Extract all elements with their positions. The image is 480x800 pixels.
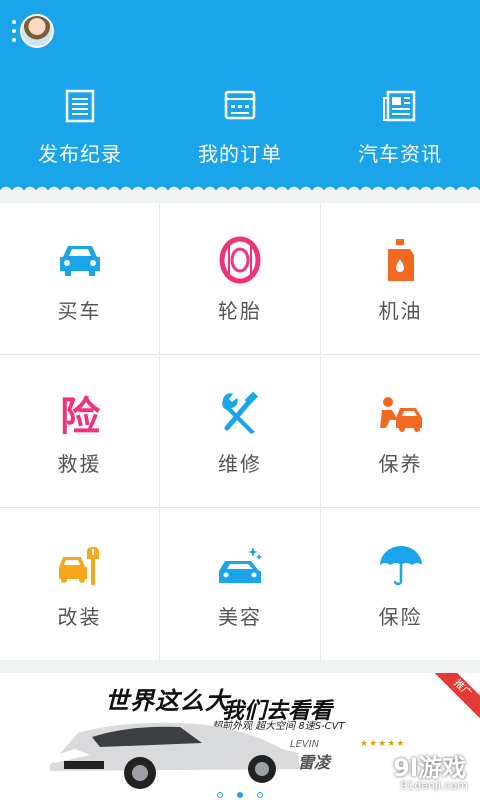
service-tires[interactable]: 轮胎 <box>160 203 320 354</box>
service-engine-oil[interactable]: 机油 <box>321 203 480 354</box>
watermark: 9l游戏 91danji.com <box>348 746 480 800</box>
pager-dot-active[interactable] <box>237 792 243 798</box>
menu-dots-icon[interactable] <box>12 20 16 42</box>
service-buy-car[interactable]: 买车 <box>0 203 159 354</box>
list-document-icon <box>65 89 95 123</box>
service-label: 轮胎 <box>218 299 262 323</box>
service-label: 机油 <box>378 299 423 323</box>
rescue-icon: 险 <box>60 394 101 438</box>
pager-dot[interactable] <box>257 792 263 798</box>
service-label: 保养 <box>378 451 423 476</box>
top-header: 发布纪录 我的订单 汽车资讯 <box>0 0 480 190</box>
service-insurance[interactable]: 保险 <box>321 509 480 660</box>
quick-link-my-orders[interactable]: 我的订单 <box>160 86 320 167</box>
quick-link-label: 汽车资讯 <box>358 142 442 166</box>
car-image <box>50 722 300 789</box>
promo-badge: 推广 <box>428 673 480 723</box>
car-icon <box>59 246 100 276</box>
quick-link-car-news[interactable]: 汽车资讯 <box>320 86 480 167</box>
wrench-screwdriver-icon <box>222 391 259 434</box>
service-rescue[interactable]: 险 救援 <box>0 356 159 507</box>
service-label: 救援 <box>57 451 102 476</box>
oil-bottle-icon <box>387 239 414 281</box>
service-label: 改装 <box>57 604 102 629</box>
watermark-logo: 9l游戏 <box>393 754 466 782</box>
umbrella-icon <box>379 545 422 585</box>
quick-link-publish-records[interactable]: 发布纪录 <box>0 86 160 167</box>
car-maintenance-icon <box>379 396 422 432</box>
svg-text:险: 险 <box>60 394 101 438</box>
avatar[interactable] <box>20 14 54 48</box>
newspaper-icon <box>383 90 416 122</box>
car-sparkle-icon <box>219 546 262 583</box>
quick-link-label: 发布纪录 <box>38 142 122 166</box>
car-model-cn: 雷凌 <box>298 753 331 772</box>
service-modification[interactable]: 改装 <box>0 509 159 660</box>
service-maintenance[interactable]: 保养 <box>321 356 480 507</box>
header-scallop-edge <box>0 181 480 190</box>
service-repair[interactable]: 维修 <box>160 356 320 507</box>
pager-dot[interactable] <box>217 792 223 798</box>
service-label: 保险 <box>378 604 423 629</box>
service-car-beauty[interactable]: 美容 <box>160 509 320 660</box>
service-label: 买车 <box>57 299 102 323</box>
service-label: 美容 <box>218 604 262 629</box>
tire-icon <box>219 236 261 284</box>
service-grid: 买车 轮胎 机油 险 救援 维修 保养 改装 美容 保险 <box>0 203 480 660</box>
quick-link-label: 我的订单 <box>198 142 282 166</box>
service-label: 维修 <box>218 451 262 476</box>
promo-banner[interactable]: 世界这么大 我们去看看 超前外观 超大空间 8速S-CVT 推广 LEVIN ★… <box>0 673 480 800</box>
watermark-url: 91danji.com <box>400 779 468 792</box>
order-window-icon <box>224 90 256 120</box>
car-modify-icon <box>58 546 99 585</box>
